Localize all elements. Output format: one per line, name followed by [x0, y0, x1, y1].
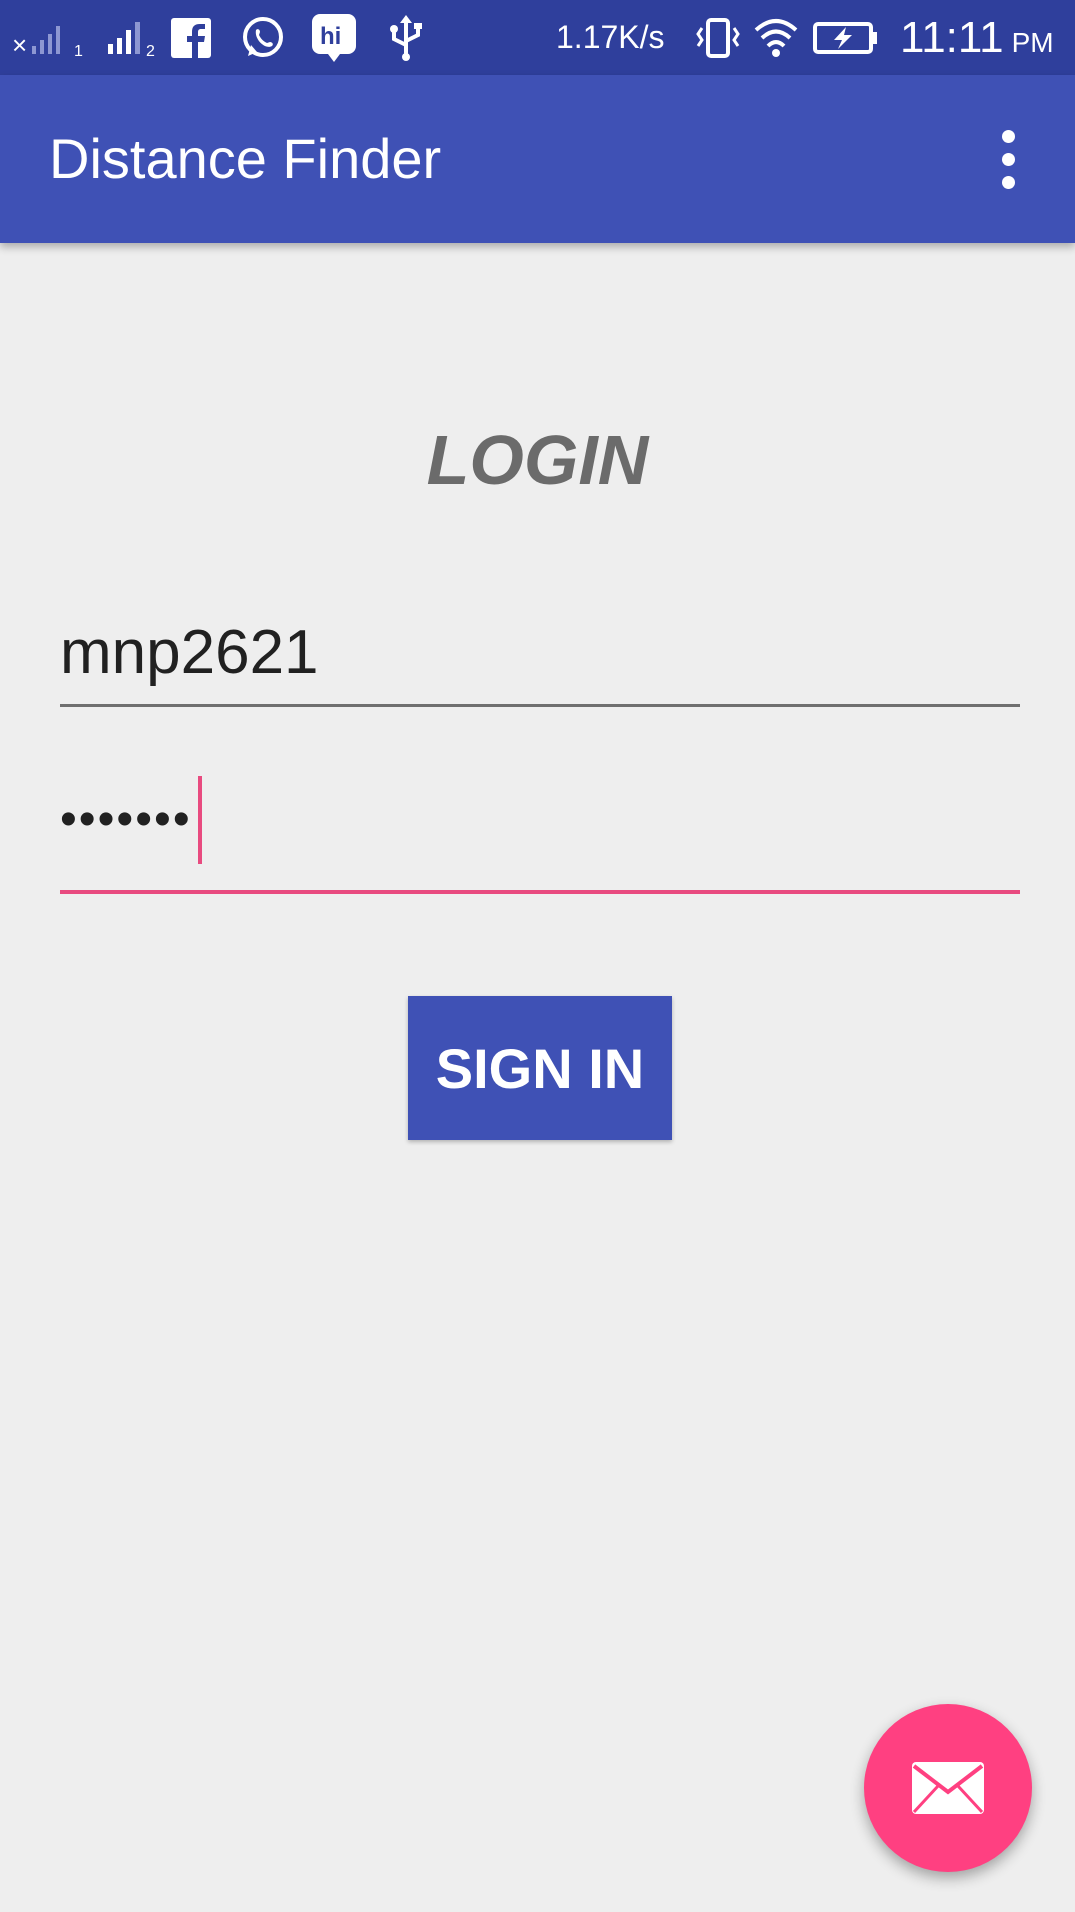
sign-in-button[interactable]: SIGN IN — [408, 996, 672, 1140]
signal-sim2-icon — [106, 0, 148, 75]
clock-time: 11:11 — [900, 12, 1004, 62]
password-field-value: ••••••• — [60, 770, 202, 870]
wifi-icon — [752, 0, 800, 75]
menu-dot — [1001, 152, 1015, 166]
status-bar: × 1 2 hi 1.17K/s 11:11 PM — [0, 0, 1075, 75]
app-bar: Distance Finder — [0, 75, 1075, 243]
facebook-icon — [170, 0, 212, 75]
menu-dot — [1001, 175, 1015, 189]
menu-dot — [1001, 129, 1015, 143]
status-clock: 11:11 PM — [900, 0, 1054, 75]
app-title: Distance Finder — [49, 127, 442, 190]
hike-icon: hi — [310, 0, 358, 75]
whatsapp-icon — [238, 0, 286, 75]
login-heading: LOGIN — [426, 421, 649, 499]
svg-text:hi: hi — [320, 23, 341, 50]
mail-fab-button[interactable] — [864, 1704, 1032, 1872]
network-speed: 1.17K/s — [556, 19, 665, 55]
more-vert-icon[interactable] — [980, 121, 1036, 197]
clock-ampm: PM — [1011, 26, 1054, 58]
signal-off-sim1-icon: × — [12, 0, 82, 75]
password-input[interactable]: ••••••• — [60, 770, 1020, 894]
usb-icon — [386, 0, 426, 75]
mail-icon — [912, 1762, 984, 1814]
password-masked-text: ••••••• — [60, 793, 192, 846]
svg-text:×: × — [12, 30, 27, 58]
vibrate-icon — [696, 0, 740, 75]
battery-charging-icon — [812, 0, 882, 75]
text-cursor — [197, 776, 202, 864]
username-input[interactable] — [60, 600, 1020, 707]
